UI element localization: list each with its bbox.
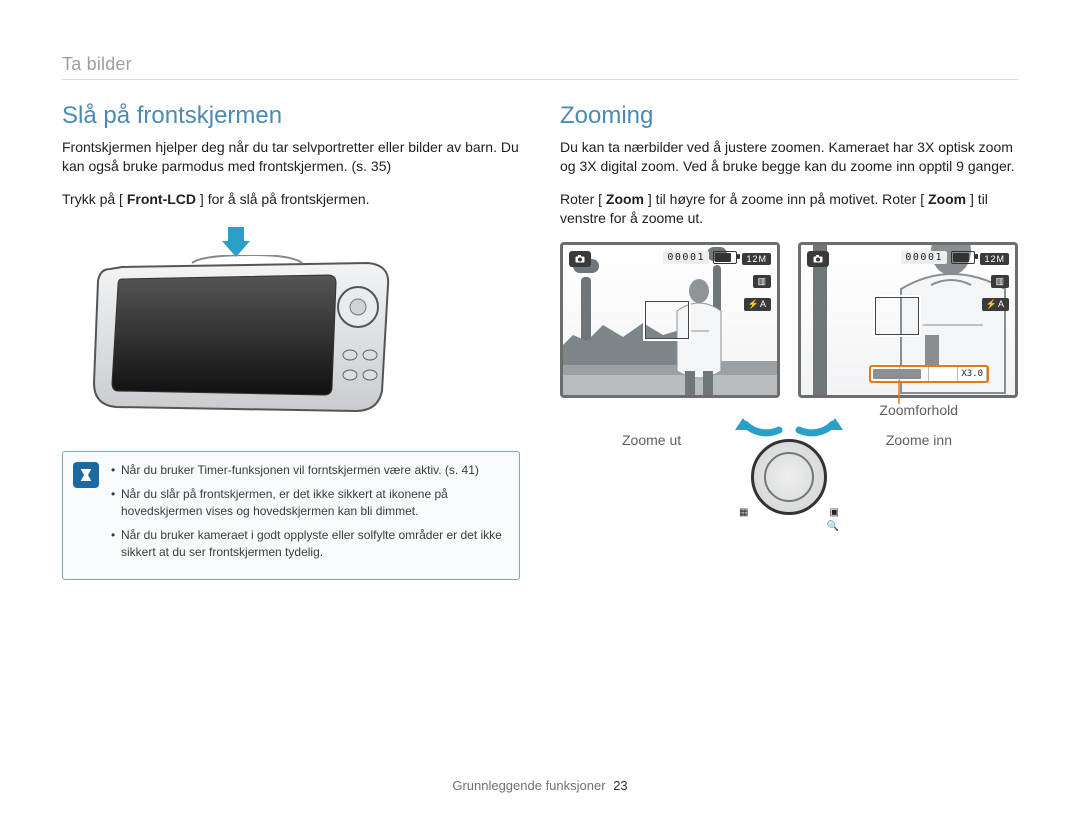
zoom-labels: Zoomforhold Zoome ut Zoome inn: [560, 406, 1018, 526]
note-icon: [73, 462, 99, 488]
thumb-out-icon: ▦: [739, 507, 748, 518]
flash-chip: ⚡A: [982, 298, 1009, 311]
note-item: Når du bruker kameraet i godt opplyste e…: [111, 527, 507, 562]
focus-box: [873, 295, 921, 337]
label-zoomforhold: Zoomforhold: [879, 402, 958, 418]
battery-icon: [951, 251, 975, 264]
label-zoom-in: Zoome inn: [886, 432, 952, 448]
column-front-screen: Slå på frontskjermen Frontskjermen hjelp…: [62, 102, 520, 580]
intro-zooming: Du kan ta nærbilder ved å justere zoomen…: [560, 138, 1018, 176]
camera-icon: [569, 251, 591, 267]
lcd-mode-indicator: [807, 251, 829, 267]
heading-zooming: Zooming: [560, 102, 1018, 130]
instruction-front-lcd: Trykk på [ Front-LCD ] for å slå på fron…: [62, 190, 520, 210]
lcd-mode-indicator: [569, 251, 591, 267]
frame-counter: 00001: [901, 251, 947, 264]
divider: [62, 79, 1018, 80]
quality-chip: ▥: [991, 275, 1009, 288]
lcd-right-icons: 12M ▥ ⚡A: [980, 253, 1009, 311]
lcd-counter: 00001: [663, 251, 737, 264]
intro-front-screen: Frontskjermen hjelper deg når du tar sel…: [62, 138, 520, 176]
battery-icon: [713, 251, 737, 264]
lcd-counter: 00001: [901, 251, 975, 264]
quality-chip: ▥: [753, 275, 771, 288]
lcd-previews: 00001 12M ▥ ⚡A: [560, 242, 1018, 398]
column-zooming: Zooming Du kan ta nærbilder ved å juster…: [560, 102, 1018, 580]
footer-section: Grunnleggende funksjoner: [452, 778, 605, 793]
flash-chip: ⚡A: [744, 298, 771, 311]
note-item: Når du bruker Timer-funksjonen vil fornt…: [111, 462, 507, 479]
note-item: Når du slår på frontskjermen, er det ikk…: [111, 486, 507, 521]
heading-front-screen: Slå på frontskjermen: [62, 102, 520, 130]
instruction-zoom: Roter [ Zoom ] til høyre for å zoome inn…: [560, 190, 1018, 228]
front-lcd-label: Front-LCD: [127, 191, 196, 207]
zoom-value: X3.0: [959, 367, 985, 381]
frame-counter: 00001: [663, 251, 709, 264]
zoom-bold-1: Zoom: [606, 191, 644, 207]
zoom-instruction-pre: Roter [: [560, 191, 602, 207]
arrow-down-icon: [222, 227, 250, 257]
lcd-preview-zoomed: 00001 12M ▥ ⚡A X3.0: [798, 242, 1018, 398]
lcd-right-icons: 12M ▥ ⚡A: [742, 253, 771, 311]
instruction-post: ] for å slå på frontskjermen.: [200, 191, 370, 207]
note-box: Når du bruker Timer-funksjonen vil fornt…: [62, 451, 520, 580]
focus-box: [643, 299, 691, 341]
zoom-instruction-mid: ] til høyre for å zoome inn på motivet. …: [648, 191, 924, 207]
res-chip: 12M: [980, 253, 1009, 265]
page-number: 23: [613, 778, 627, 793]
footer: Grunnleggende funksjoner 23: [0, 778, 1080, 793]
instruction-pre: Trykk på [: [62, 191, 123, 207]
res-chip: 12M: [742, 253, 771, 265]
zoom-bold-2: Zoom: [928, 191, 966, 207]
zoom-bar: X3.0: [869, 365, 989, 383]
camera-illustration: [62, 227, 442, 427]
lcd-preview-wide: 00001 12M ▥ ⚡A: [560, 242, 780, 398]
camera-icon: [807, 251, 829, 267]
zoom-dial-illustration: ▦ ▣ 🔍: [747, 432, 831, 516]
label-zoom-out: Zoome ut: [622, 432, 681, 448]
breadcrumb: Ta bilder: [62, 54, 1018, 75]
magnifier-icon: 🔍: [827, 521, 839, 532]
thumb-in-icon: ▣: [830, 507, 839, 518]
